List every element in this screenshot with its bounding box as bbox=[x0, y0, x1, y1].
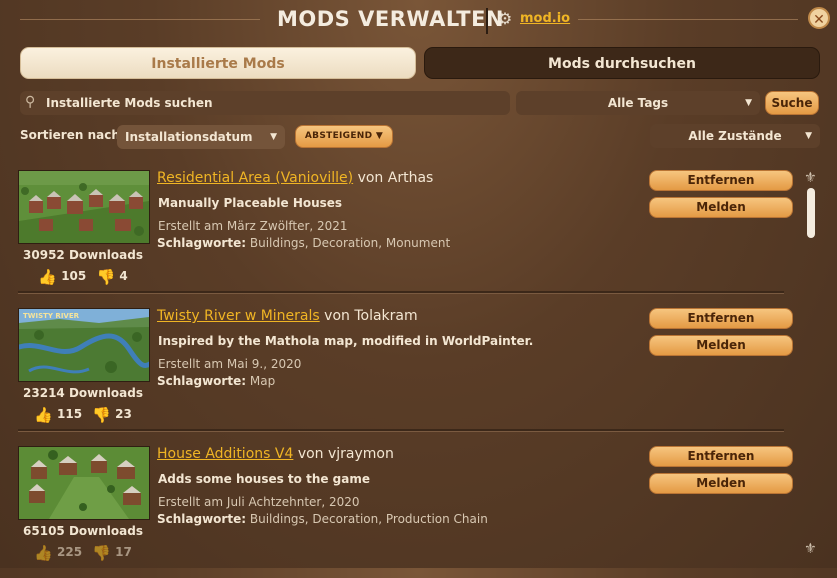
tags-dropdown[interactable]: Alle Tags ▼ bbox=[516, 91, 760, 115]
remove-button[interactable]: Entfernen bbox=[649, 446, 793, 467]
chevron-down-icon: ▼ bbox=[270, 132, 277, 142]
mod-created: Erstellt am Mai 9., 2020 bbox=[158, 357, 302, 371]
sort-label: Sortieren nach bbox=[20, 128, 120, 142]
mod-created: Erstellt am März Zwölfter, 2021 bbox=[158, 219, 348, 233]
remove-button[interactable]: Entfernen bbox=[649, 170, 793, 191]
mod-title: House Additions V4 von vjraymon bbox=[157, 446, 394, 462]
search-icon: ⚲ bbox=[25, 94, 36, 110]
list-divider bbox=[18, 291, 784, 293]
thumbs-down-icon[interactable]: 👎 bbox=[96, 268, 115, 286]
mod-votes: 👍 105 👎 4 bbox=[18, 268, 148, 286]
mod-tags-label: Schlagworte: bbox=[157, 236, 247, 250]
mod-title: Twisty River w Minerals von Tolakram bbox=[157, 308, 418, 324]
mod-votes: 👍 115 👎 23 bbox=[18, 406, 148, 424]
mod-thumbnail[interactable] bbox=[18, 170, 150, 244]
search-input[interactable] bbox=[46, 94, 496, 112]
state-dropdown[interactable]: Alle Zustände ▼ bbox=[650, 124, 820, 148]
scroll-down-ornament-icon[interactable]: ⚜ bbox=[804, 541, 817, 557]
mod-author: von vjraymon bbox=[297, 446, 394, 462]
mod-thumbnail[interactable]: TWISTY RIVER bbox=[18, 308, 150, 382]
tags-dropdown-value: Alle Tags bbox=[607, 96, 669, 110]
mod-dislikes: 4 bbox=[119, 269, 128, 283]
chevron-down-icon: ▼ bbox=[745, 98, 752, 108]
thumbs-up-icon[interactable]: 👍 bbox=[38, 268, 57, 286]
thumbs-down-icon[interactable]: 👎 bbox=[92, 406, 111, 424]
sort-order-button[interactable]: ABSTEIGEND ▼ bbox=[295, 125, 393, 148]
sort-dropdown[interactable]: Installationsdatum ▼ bbox=[117, 125, 285, 149]
tab-installed-mods[interactable]: Installierte Mods bbox=[20, 47, 416, 79]
report-button[interactable]: Melden bbox=[649, 473, 793, 494]
mod-downloads: 23214 Downloads bbox=[23, 386, 143, 400]
mod-list-item: 30952 Downloads 👍 105 👎 4 Residential Ar… bbox=[18, 170, 793, 302]
mod-votes: 👍 225 👎 17 bbox=[18, 544, 148, 562]
mod-dislikes: 23 bbox=[115, 407, 132, 421]
mod-tags: Schlagworte: Map bbox=[157, 374, 275, 388]
list-divider bbox=[18, 429, 784, 431]
remove-button[interactable]: Entfernen bbox=[649, 308, 793, 329]
page-title: MODS VERWALTEN bbox=[277, 7, 505, 31]
thumbs-up-icon[interactable]: 👍 bbox=[34, 544, 53, 562]
mod-name-link[interactable]: House Additions V4 bbox=[157, 446, 293, 462]
mod-name-link[interactable]: Residential Area (Vanioville) bbox=[157, 170, 353, 186]
sort-dropdown-value: Installationsdatum bbox=[125, 130, 253, 144]
thumb-caption: TWISTY RIVER bbox=[23, 312, 80, 320]
mod-dislikes: 17 bbox=[115, 545, 132, 559]
mod-likes: 225 bbox=[57, 545, 83, 559]
search-box: ⚲ bbox=[20, 91, 510, 115]
mod-created: Erstellt am Juli Achtzehnter, 2020 bbox=[158, 495, 360, 509]
mod-likes: 115 bbox=[57, 407, 83, 421]
chevron-down-icon: ▼ bbox=[375, 131, 384, 141]
mod-tags: Schlagworte: Buildings, Decoration, Prod… bbox=[157, 512, 488, 526]
modio-link[interactable]: mod.io bbox=[520, 11, 570, 26]
mod-list-item: 65105 Downloads 👍 225 👎 17 House Additio… bbox=[18, 446, 793, 578]
state-dropdown-value: Alle Zustände bbox=[688, 129, 782, 143]
mod-name-link[interactable]: Twisty River w Minerals bbox=[157, 308, 320, 324]
gear-icon: ⚙ bbox=[497, 9, 513, 28]
thumbs-up-icon[interactable]: 👍 bbox=[34, 406, 53, 424]
mod-tags-label: Schlagworte: bbox=[157, 374, 247, 388]
mod-tags-label: Schlagworte: bbox=[157, 512, 247, 526]
report-button[interactable]: Melden bbox=[649, 335, 793, 356]
mod-description: Inspired by the Mathola map, modified in… bbox=[158, 334, 534, 348]
mod-tags-value: Map bbox=[249, 374, 276, 388]
chevron-down-icon: ▼ bbox=[805, 131, 812, 141]
mod-author: von Arthas bbox=[357, 170, 434, 186]
mod-title: Residential Area (Vanioville) von Arthas bbox=[157, 170, 433, 186]
title-bar: MODS VERWALTEN ⚙ mod.io ✕ bbox=[0, 0, 837, 40]
mod-downloads: 65105 Downloads bbox=[23, 524, 143, 538]
mod-tags: Schlagworte: Buildings, Decoration, Monu… bbox=[157, 236, 450, 250]
mod-tags-value: Buildings, Decoration, Monument bbox=[249, 236, 451, 250]
scroll-up-ornament-icon[interactable]: ⚜ bbox=[804, 170, 817, 186]
mod-tags-value: Buildings, Decoration, Production Chain bbox=[249, 512, 488, 526]
mod-description: Adds some houses to the game bbox=[158, 472, 371, 486]
tab-browse-mods[interactable]: Mods durchsuchen bbox=[424, 47, 820, 79]
mod-description: Manually Placeable Houses bbox=[158, 196, 343, 210]
thumbs-down-icon[interactable]: 👎 bbox=[92, 544, 111, 562]
title-decor-line-right bbox=[578, 19, 798, 20]
title-decor-line-left bbox=[20, 19, 260, 20]
sort-order-label: ABSTEIGEND bbox=[304, 131, 373, 141]
mod-downloads: 30952 Downloads bbox=[23, 248, 143, 262]
scrollbar-thumb[interactable] bbox=[807, 188, 815, 238]
mod-list-item: TWISTY RIVER 23214 Downloads 👍 115 👎 23 … bbox=[18, 308, 793, 440]
title-separator bbox=[486, 8, 488, 34]
report-button[interactable]: Melden bbox=[649, 197, 793, 218]
mod-author: von Tolakram bbox=[324, 308, 418, 324]
mod-thumbnail[interactable] bbox=[18, 446, 150, 520]
search-button[interactable]: Suche bbox=[765, 91, 819, 115]
close-button[interactable]: ✕ bbox=[808, 7, 830, 29]
mod-likes: 105 bbox=[61, 269, 87, 283]
